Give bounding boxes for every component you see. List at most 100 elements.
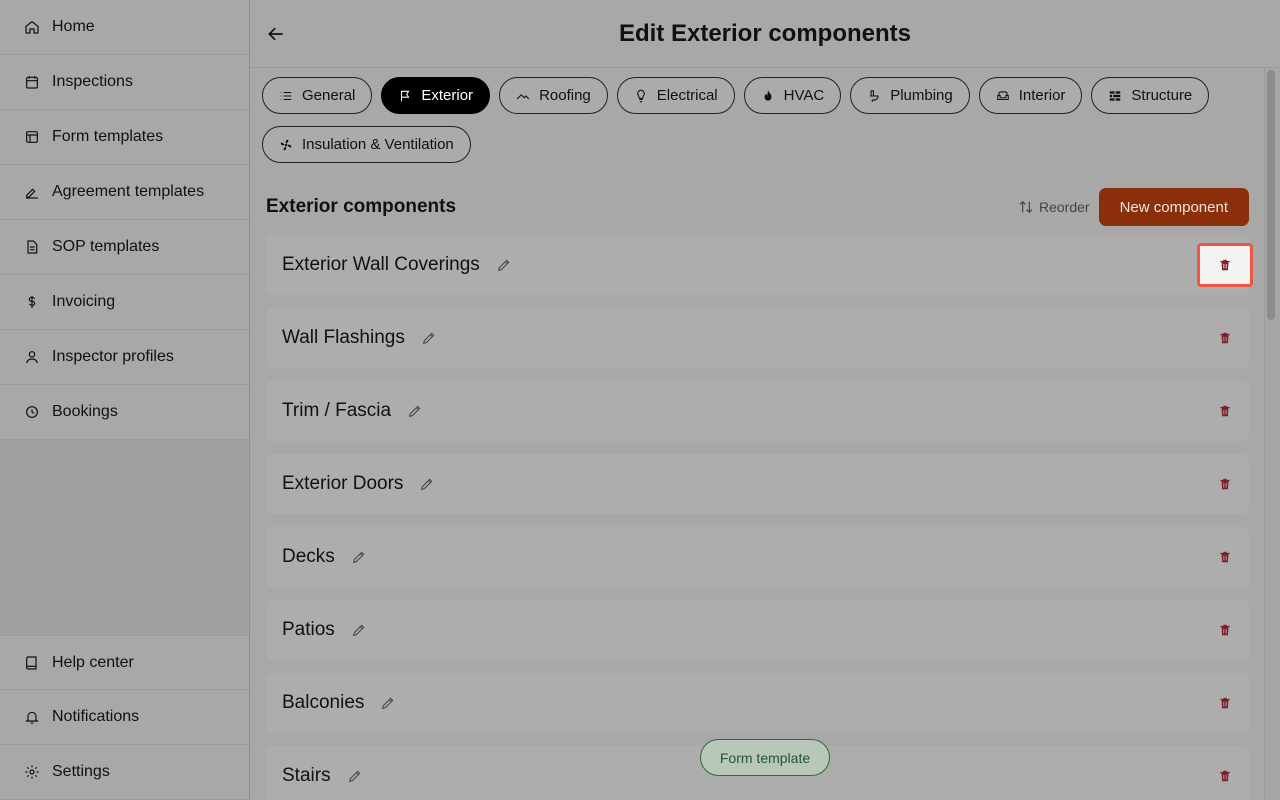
components-list: Exterior Wall Coverings Wall Flashings T…: [266, 235, 1253, 800]
sidebar-item-label: Invoicing: [52, 293, 116, 310]
toilet-icon: [867, 89, 881, 103]
section-title: Exterior components: [266, 196, 457, 217]
bulb-icon: [634, 89, 648, 103]
trash-icon: [1220, 770, 1230, 782]
tab-exterior[interactable]: Exterior: [381, 77, 491, 114]
sidebar-item-label: Bookings: [52, 403, 118, 420]
sidebar-item-help-center[interactable]: Help center: [0, 635, 249, 690]
component-name: Patios: [282, 619, 335, 640]
component-name: Exterior Doors: [282, 473, 404, 494]
page-header: Edit Exterior components: [250, 0, 1280, 68]
sidebar-item-inspections[interactable]: Inspections: [0, 55, 249, 110]
sign-icon: [398, 89, 412, 103]
sidebar-item-bookings[interactable]: Bookings: [0, 385, 249, 440]
tab-label: Structure: [1131, 87, 1193, 104]
sidebar-item-settings[interactable]: Settings: [0, 745, 249, 800]
list-item[interactable]: Exterior Wall Coverings: [266, 235, 1253, 295]
trash-icon: [1220, 697, 1230, 709]
component-name: Decks: [282, 546, 335, 567]
pencil-icon[interactable]: [407, 403, 423, 419]
list-item[interactable]: Patios: [266, 600, 1249, 660]
pencil-icon[interactable]: [419, 476, 435, 492]
home-icon: [24, 19, 40, 35]
layout-icon: [24, 129, 40, 145]
delete-button[interactable]: [1217, 476, 1233, 492]
delete-button[interactable]: [1217, 549, 1233, 565]
sidebar-item-label: Inspections: [52, 73, 133, 90]
sidebar-item-inspector-profiles[interactable]: Inspector profiles: [0, 330, 249, 385]
sidebar-item-sop-templates[interactable]: SOP templates: [0, 220, 249, 275]
component-name: Exterior Wall Coverings: [282, 254, 480, 275]
calendar-icon: [24, 74, 40, 90]
signature-icon: [24, 184, 40, 200]
list-icon: [279, 89, 293, 103]
tab-hvac[interactable]: HVAC: [743, 77, 842, 114]
tab-structure[interactable]: Structure: [1091, 77, 1210, 114]
delete-button[interactable]: [1217, 695, 1233, 711]
book-icon: [24, 655, 40, 671]
clock-icon: [24, 404, 40, 420]
trash-icon: [1220, 405, 1230, 417]
sidebar-item-label: Inspector profiles: [52, 348, 174, 365]
flame-icon: [761, 89, 775, 103]
sidebar-item-invoicing[interactable]: Invoicing: [0, 275, 249, 330]
trash-icon: [1220, 478, 1230, 490]
back-button[interactable]: [264, 22, 288, 46]
delete-button[interactable]: [1217, 330, 1233, 346]
page-title: Edit Exterior components: [618, 19, 912, 47]
reorder-label: Reorder: [1039, 199, 1090, 215]
tab-label: Interior: [1018, 87, 1066, 104]
sidebar-item-label: Settings: [52, 763, 110, 780]
sidebar-nav-bottom: Help center Notifications Settings: [0, 635, 249, 800]
list-item[interactable]: Decks: [266, 527, 1249, 587]
trash-icon: [1220, 551, 1230, 563]
list-item[interactable]: Trim / Fascia: [266, 381, 1249, 441]
form-template-button[interactable]: Form template: [700, 739, 830, 776]
sidebar-item-agreement-templates[interactable]: Agreement templates: [0, 165, 249, 220]
delete-button[interactable]: [1217, 403, 1233, 419]
sidebar-item-label: Notifications: [52, 708, 140, 725]
tab-interior[interactable]: Interior: [978, 77, 1083, 114]
section-header: Exterior components Reorder New componen…: [266, 188, 1249, 226]
pencil-icon[interactable]: [351, 549, 367, 565]
tab-label: Roofing: [539, 87, 591, 104]
pencil-icon[interactable]: [421, 330, 437, 346]
pencil-icon[interactable]: [351, 622, 367, 638]
trash-icon: [1220, 332, 1230, 344]
tab-label: HVAC: [783, 87, 825, 104]
sidebar-item-notifications[interactable]: Notifications: [0, 690, 249, 745]
list-item[interactable]: Exterior Doors: [266, 454, 1249, 514]
sidebar-item-home[interactable]: Home: [0, 0, 249, 55]
brick-icon: [1108, 89, 1122, 103]
dollar-icon: [24, 294, 40, 310]
fan-icon: [279, 138, 293, 152]
pencil-icon[interactable]: [347, 768, 363, 784]
pencil-icon[interactable]: [496, 257, 512, 273]
pencil-icon[interactable]: [380, 695, 396, 711]
delete-button[interactable]: [1197, 243, 1253, 287]
scrollbar-thumb[interactable]: [1267, 70, 1275, 320]
reorder-button[interactable]: Reorder: [1018, 199, 1090, 215]
roof-icon: [516, 89, 530, 103]
tab-insulation-ventilation[interactable]: Insulation & Ventilation: [262, 126, 471, 163]
trash-icon: [1220, 624, 1230, 636]
bell-icon: [24, 709, 40, 725]
category-tabs: General Exterior Roofing Electrical HVAC…: [262, 77, 1252, 163]
tab-plumbing[interactable]: Plumbing: [850, 77, 970, 114]
tab-electrical[interactable]: Electrical: [616, 77, 735, 114]
sidebar-nav-top: Home Inspections Form templates Agreemen…: [0, 0, 249, 440]
tab-label: Insulation & Ventilation: [302, 136, 454, 153]
main-content: Edit Exterior components General Exterio…: [250, 0, 1280, 800]
list-item[interactable]: Wall Flashings: [266, 308, 1249, 368]
list-item[interactable]: Balconies: [266, 673, 1249, 733]
sidebar-item-form-templates[interactable]: Form templates: [0, 110, 249, 165]
trash-icon: [1220, 259, 1230, 271]
delete-button[interactable]: [1217, 622, 1233, 638]
tab-roofing[interactable]: Roofing: [499, 77, 608, 114]
new-component-button[interactable]: New component: [1098, 188, 1249, 226]
sofa-icon: [996, 89, 1010, 103]
tab-general[interactable]: General: [262, 77, 373, 114]
sidebar: Home Inspections Form templates Agreemen…: [0, 0, 250, 800]
delete-button[interactable]: [1217, 768, 1233, 784]
component-name: Balconies: [282, 692, 365, 713]
